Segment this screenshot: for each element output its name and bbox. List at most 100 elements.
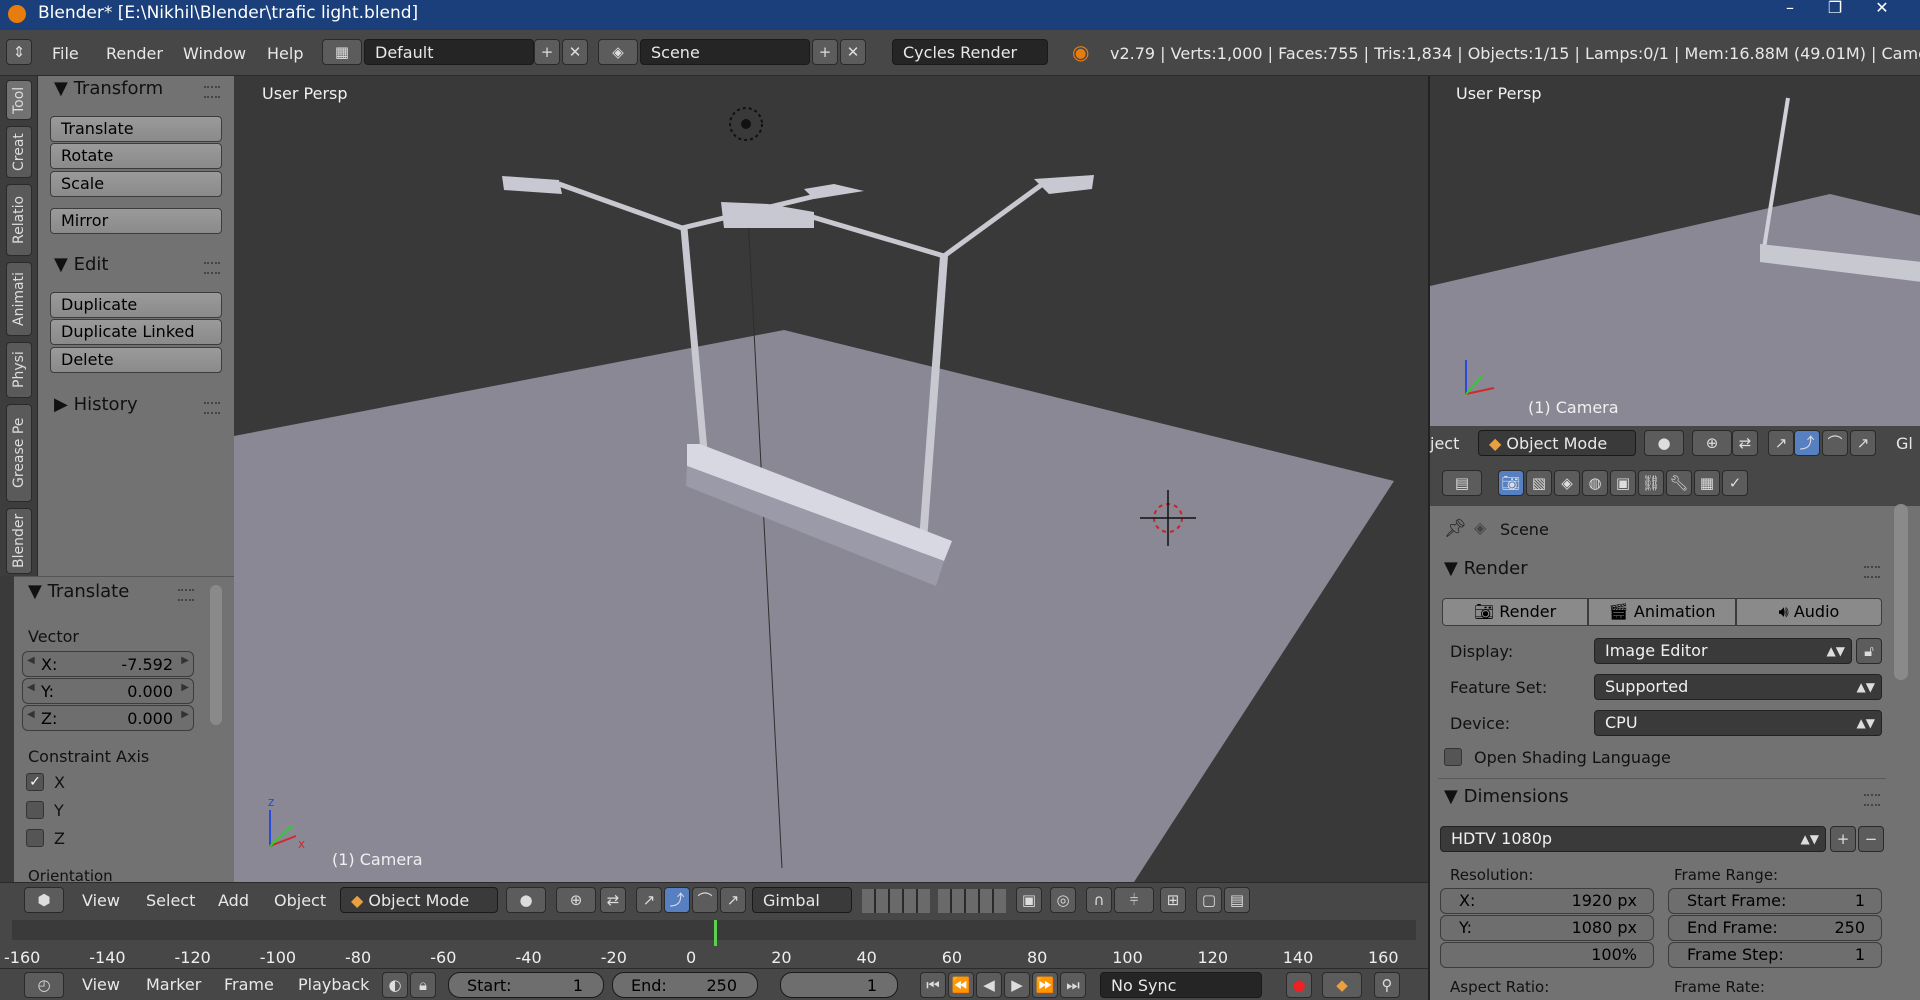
decrement-icon[interactable]: ◀ [27,655,35,666]
decrement-icon[interactable]: ◀ [27,682,35,693]
rotate-manipulator-icon[interactable]: ⤴ [664,887,690,913]
display-select[interactable]: Image Editor ▲▼ [1594,638,1852,664]
constraint-y-checkbox[interactable] [26,801,44,819]
manipulator-icon[interactable]: ↗ [720,887,746,913]
panel-grip-icon[interactable] [204,402,220,414]
pivot-icon[interactable]: ⊕ [1692,430,1732,456]
increment-icon[interactable]: ▶ [181,655,189,666]
menu-marker[interactable]: Marker [146,975,201,994]
scale-button[interactable]: Scale [50,171,222,197]
remove-scene-icon[interactable]: ✕ [840,39,866,65]
lock-interface-icon[interactable]: 🔓︎ [1856,638,1882,664]
shading-icon[interactable]: ● [1644,430,1684,456]
panel-grip-icon[interactable] [178,589,194,601]
menu-frame[interactable]: Frame [224,975,274,994]
transform-panel-header[interactable]: ▼ Transform [54,78,163,99]
vector-y-field[interactable]: ◀ Y: 0.000 ▶ [22,678,194,704]
scene-tab-icon[interactable]: ◈ [1554,470,1580,496]
properties-scrollbar[interactable] [1894,504,1908,680]
edit-panel-header[interactable]: ▼ Edit [54,254,108,275]
keying-icon[interactable]: ◐ [382,972,408,998]
vector-x-field[interactable]: ◀ X: -7.592 ▶ [22,651,194,677]
decrement-icon[interactable]: ◀ [27,709,35,720]
panel-grip-icon[interactable] [1864,794,1880,806]
keyframe-insert-icon[interactable]: ⚲ [1374,972,1400,998]
close-window-button[interactable]: ✕ [1862,0,1902,20]
resolution-percent-field[interactable]: 100% [1440,942,1654,968]
device-select[interactable]: CPU ▲▼ [1594,710,1882,736]
vector-z-field[interactable]: ◀ Z: 0.000 ▶ [22,705,194,731]
menu-object[interactable]: Object [274,891,326,910]
translate-manipulator-icon[interactable]: ↗ [1768,430,1794,456]
render-engine-select[interactable]: Cycles Render [892,39,1048,65]
scale-manipulator-icon[interactable]: ⌒ [1822,430,1848,456]
minimize-button[interactable]: – [1770,0,1810,20]
panel-grip-icon[interactable] [1864,566,1880,578]
remove-preset-icon[interactable]: − [1858,826,1884,852]
camera-viewport[interactable]: User Persp (1) Camera [1428,76,1920,426]
snap-target-icon[interactable]: ⊞ [1160,887,1186,913]
manipulator-toggle-icon[interactable]: ⇄ [1732,430,1758,456]
lock-icon[interactable]: 🔒︎ [410,972,436,998]
mode-select[interactable]: ◆ Object Mode [340,887,498,913]
keying-set-icon[interactable]: ◆ [1322,972,1362,998]
opengl-render-icon[interactable]: ▢ [1196,887,1222,913]
tab-blender[interactable]: Blender [6,508,32,574]
editor-type-icon[interactable]: ⬢ [24,887,64,913]
operator-panel-header[interactable]: ▼ Translate [28,581,129,602]
end-frame-field[interactable]: End: 250 [612,972,758,998]
frame-step-field[interactable]: Frame Step: 1 [1668,942,1882,968]
resolution-x-field[interactable]: X: 1920 px [1440,888,1654,914]
menu-view[interactable]: View [82,891,120,910]
tab-tool[interactable]: Tool [6,80,32,120]
ground-plane[interactable] [234,330,1394,882]
current-frame-field[interactable]: 1 [780,972,898,998]
render-tab-icon[interactable]: 📷︎ [1498,470,1524,496]
editor-type-icon[interactable]: ⇕ [6,39,32,65]
operator-scrollbar[interactable] [210,585,222,725]
scene-render[interactable]: z x [234,76,1428,882]
tab-animation[interactable]: Animati [6,262,32,336]
duplicate-button[interactable]: Duplicate [50,292,222,318]
menu-select[interactable]: Select [146,891,195,910]
panel-grip-icon[interactable] [204,262,220,274]
render-preset-select[interactable]: HDTV 1080p ▲▼ [1440,826,1826,852]
3d-viewport[interactable]: z x User Persp (1) Camera [234,76,1428,882]
manipulator-toggle-icon[interactable]: ⇄ [600,887,626,913]
maximize-button[interactable]: ❐ [1815,0,1855,20]
editor-type-icon[interactable]: ◴ [24,972,64,998]
mirror-button[interactable]: Mirror [50,208,222,234]
resolution-y-field[interactable]: Y: 1080 px [1440,915,1654,941]
sync-select[interactable]: No Sync [1100,972,1262,998]
texture-tab-icon[interactable]: ▦ [1694,470,1720,496]
scene-field[interactable]: Scene [640,39,810,65]
increment-icon[interactable]: ▶ [181,682,189,693]
osl-checkbox[interactable] [1444,748,1462,766]
audio-button[interactable]: 🔊︎ Audio [1736,598,1882,626]
add-preset-icon[interactable]: + [1830,826,1856,852]
end-frame-field[interactable]: End Frame: 250 [1668,915,1882,941]
editor-type-icon[interactable]: ▤ [1442,470,1482,496]
translate-button[interactable]: Translate [50,116,222,142]
camera-scene-render[interactable] [1430,76,1920,426]
shading-icon[interactable]: ● [506,887,546,913]
add-layout-icon[interactable]: + [534,39,560,65]
feature-set-select[interactable]: Supported ▲▼ [1594,674,1882,700]
tab-grease-pencil[interactable]: Grease Pe [6,404,32,502]
jump-start-icon[interactable]: ⏮ [920,972,946,998]
render-button[interactable]: 📷︎ Render [1442,598,1588,626]
manipulator-icon[interactable]: ↗ [1850,430,1876,456]
dimensions-panel-header[interactable]: ▼ Dimensions [1444,786,1569,807]
layout-field[interactable]: Default [364,39,534,65]
menu-playback[interactable]: Playback [298,975,369,994]
duplicate-linked-button[interactable]: Duplicate Linked [50,319,222,345]
mode-select[interactable]: ◆ Object Mode [1478,430,1636,456]
pin-icon[interactable]: 📌︎ [1444,518,1467,539]
history-panel-header[interactable]: ▶ History [54,394,138,415]
jump-keyframe-forward-icon[interactable]: ⏩ [1032,972,1058,998]
render-layers-tab-icon[interactable]: ▧ [1526,470,1552,496]
jump-end-icon[interactable]: ⏭ [1060,972,1086,998]
remove-layout-icon[interactable]: ✕ [562,39,588,65]
layout-icon[interactable]: ▦ [322,39,362,65]
layer-lock-icon[interactable]: ▣ [1016,887,1042,913]
